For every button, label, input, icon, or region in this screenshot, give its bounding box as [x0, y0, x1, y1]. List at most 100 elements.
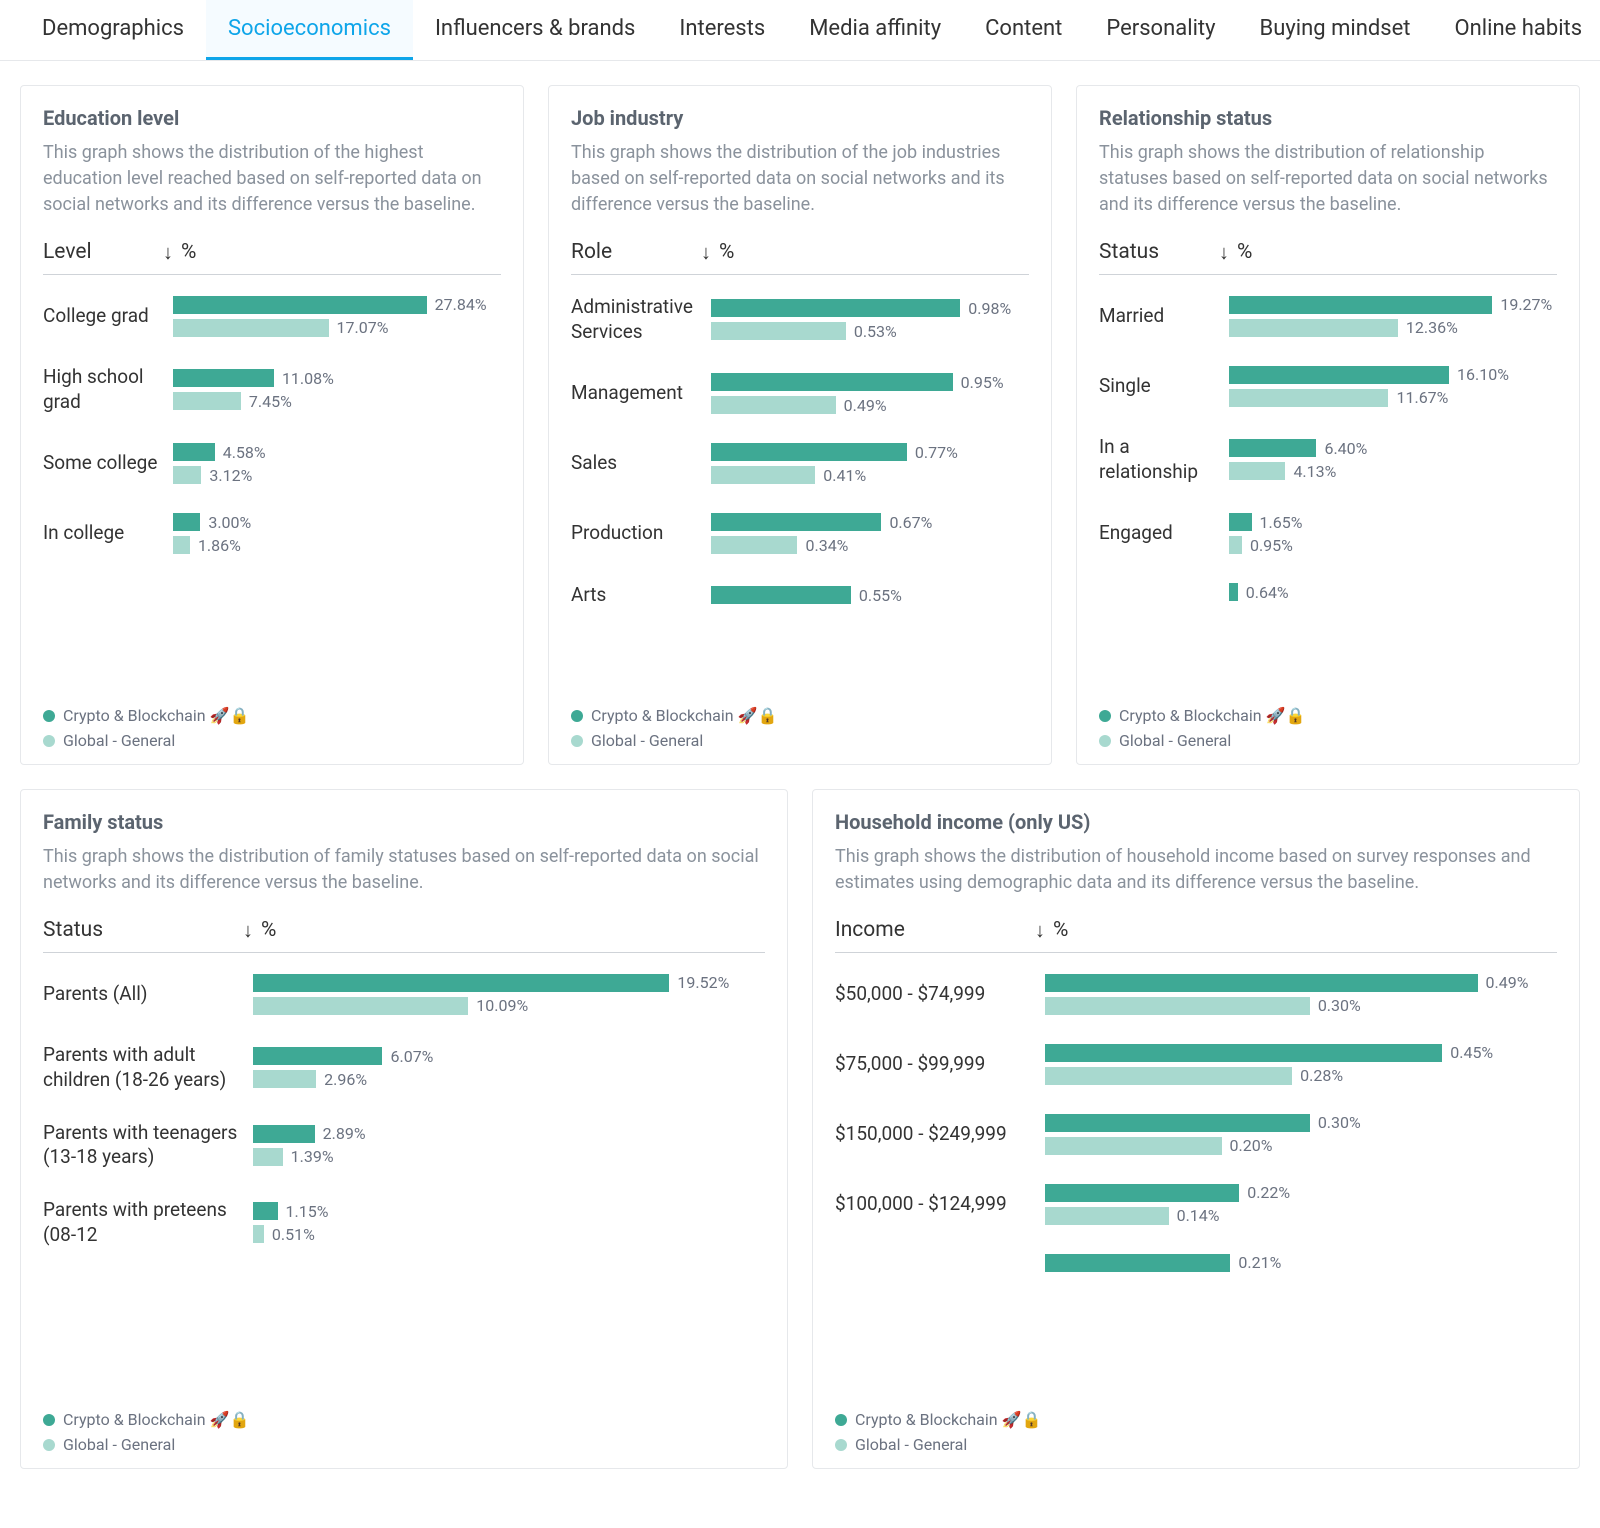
card-title: Household income (only US)	[835, 810, 1557, 834]
secondary-value: 0.20%	[1230, 1136, 1273, 1155]
secondary-bar	[711, 396, 836, 414]
secondary-bar	[173, 319, 329, 337]
tab-interests[interactable]: Interests	[657, 0, 787, 60]
primary-value: 0.55%	[859, 586, 902, 605]
category-column-header[interactable]: Status	[1099, 240, 1219, 264]
row-label: $150,000 - $249,999	[835, 1122, 1035, 1147]
primary-bar	[1229, 583, 1238, 601]
primary-value: 0.64%	[1246, 583, 1289, 602]
primary-value: 1.15%	[286, 1202, 329, 1221]
bar-group: 1.65%0.95%	[1229, 513, 1557, 555]
sort-arrow-down-icon: ↓	[163, 242, 173, 262]
secondary-bar	[1229, 536, 1242, 554]
row-label: College grad	[43, 304, 163, 329]
primary-value: 0.77%	[915, 443, 958, 462]
row-label: $50,000 - $74,999	[835, 982, 1035, 1007]
legend-secondary-label: Global - General	[1119, 731, 1231, 750]
bar-group: 19.52%10.09%	[253, 973, 765, 1015]
primary-value: 0.45%	[1450, 1043, 1493, 1062]
category-column-header[interactable]: Role	[571, 240, 701, 264]
card-description: This graph shows the distribution of the…	[571, 140, 1029, 218]
legend: Crypto & Blockchain 🚀🔒Global - General	[43, 706, 501, 750]
legend-swatch-primary-icon	[835, 1414, 847, 1426]
tab-socioeconomics[interactable]: Socioeconomics	[206, 0, 413, 60]
secondary-value: 0.30%	[1318, 996, 1361, 1015]
tab-online-habits[interactable]: Online habits	[1433, 0, 1600, 60]
legend-primary: Crypto & Blockchain 🚀🔒	[43, 1410, 765, 1429]
legend-secondary-label: Global - General	[591, 731, 703, 750]
secondary-value: 0.28%	[1300, 1066, 1343, 1085]
row-label: Parents with adult children (18-26 years…	[43, 1043, 243, 1092]
secondary-value: 0.95%	[1250, 536, 1293, 555]
primary-bar	[711, 513, 881, 531]
bar-group: 3.00%1.86%	[173, 513, 501, 555]
primary-bar	[253, 974, 669, 992]
bar-group: 0.77%0.41%	[711, 443, 1029, 485]
primary-value: 0.30%	[1318, 1113, 1361, 1132]
tab-media-affinity[interactable]: Media affinity	[787, 0, 963, 60]
primary-value: 0.22%	[1247, 1183, 1290, 1202]
legend-secondary: Global - General	[571, 731, 1029, 750]
table-row: Married19.27%12.36%	[1099, 281, 1557, 351]
legend-secondary: Global - General	[43, 1435, 765, 1454]
bar-group: 0.22%0.14%	[1045, 1183, 1557, 1225]
primary-value: 3.00%	[208, 513, 251, 532]
table-row: Administrative Services0.98%0.53%	[571, 281, 1029, 358]
legend-swatch-primary-icon	[43, 1414, 55, 1426]
primary-bar	[1229, 296, 1492, 314]
card-family: Family statusThis graph shows the distri…	[20, 789, 788, 1469]
sort-arrow-down-icon: ↓	[701, 242, 711, 262]
row-label: Some college	[43, 451, 163, 476]
table-row: In a relationship6.40%4.13%	[1099, 421, 1557, 498]
category-column-header[interactable]: Income	[835, 918, 1035, 942]
tab-demographics[interactable]: Demographics	[20, 0, 206, 60]
chart-rows: College grad27.84%17.07%High school grad…	[43, 281, 501, 696]
percent-label: %	[261, 918, 276, 942]
tab-personality[interactable]: Personality	[1084, 0, 1237, 60]
legend-swatch-primary-icon	[1099, 710, 1111, 722]
legend-swatch-secondary-icon	[571, 735, 583, 747]
sort-percent-header[interactable]: ↓%	[1035, 918, 1068, 942]
row-label: Arts	[571, 583, 701, 608]
tab-bar: DemographicsSocioeconomicsInfluencers & …	[0, 0, 1600, 61]
primary-bar	[1045, 1254, 1230, 1272]
sort-percent-header[interactable]: ↓%	[243, 918, 276, 942]
primary-value: 0.49%	[1486, 973, 1529, 992]
primary-value: 0.98%	[968, 299, 1011, 318]
legend-secondary: Global - General	[835, 1435, 1557, 1454]
legend-primary-label: Crypto & Blockchain 🚀🔒	[591, 706, 777, 725]
column-headers: Status↓%	[1099, 240, 1557, 275]
sort-percent-header[interactable]: ↓%	[701, 240, 734, 264]
row-label: $100,000 - $124,999	[835, 1192, 1035, 1217]
table-row: $50,000 - $74,999 0.49% 0.30%	[835, 959, 1557, 1029]
sort-percent-header[interactable]: ↓%	[1219, 240, 1252, 264]
secondary-value: 0.49%	[844, 396, 887, 415]
legend: Crypto & Blockchain 🚀🔒 Global - General	[571, 706, 1029, 750]
table-row: Parents with teenagers (13-18 years)2.89…	[43, 1107, 765, 1184]
tab-buying-mindset[interactable]: Buying mindset	[1238, 0, 1433, 60]
secondary-bar	[1229, 462, 1285, 480]
card-title: Family status	[43, 810, 765, 834]
table-row: Arts 0.55%	[571, 569, 1029, 622]
category-column-header[interactable]: Level	[43, 240, 163, 264]
secondary-bar	[711, 322, 846, 340]
row-label: Management	[571, 381, 701, 406]
chart-rows: Married19.27%12.36%Single16.10%11.67%In …	[1099, 281, 1557, 696]
secondary-bar	[173, 392, 241, 410]
bar-group: 0.55%	[711, 586, 1029, 605]
table-row: Management0.95%0.49%	[571, 359, 1029, 429]
bar-group: 0.67%0.34%	[711, 513, 1029, 555]
primary-bar	[253, 1125, 315, 1143]
tab-content[interactable]: Content	[963, 0, 1084, 60]
primary-value: 4.58%	[223, 443, 266, 462]
legend-swatch-secondary-icon	[43, 735, 55, 747]
category-column-header[interactable]: Status	[43, 918, 243, 942]
tab-influencers-brands[interactable]: Influencers & brands	[413, 0, 657, 60]
table-row: Some college4.58%3.12%	[43, 429, 501, 499]
sort-percent-header[interactable]: ↓%	[163, 240, 196, 264]
primary-bar	[1045, 1114, 1310, 1132]
secondary-bar	[1045, 1207, 1169, 1225]
secondary-value: 11.67%	[1396, 388, 1448, 407]
primary-bar	[711, 299, 960, 317]
card-education: Education levelThis graph shows the dist…	[20, 85, 524, 765]
